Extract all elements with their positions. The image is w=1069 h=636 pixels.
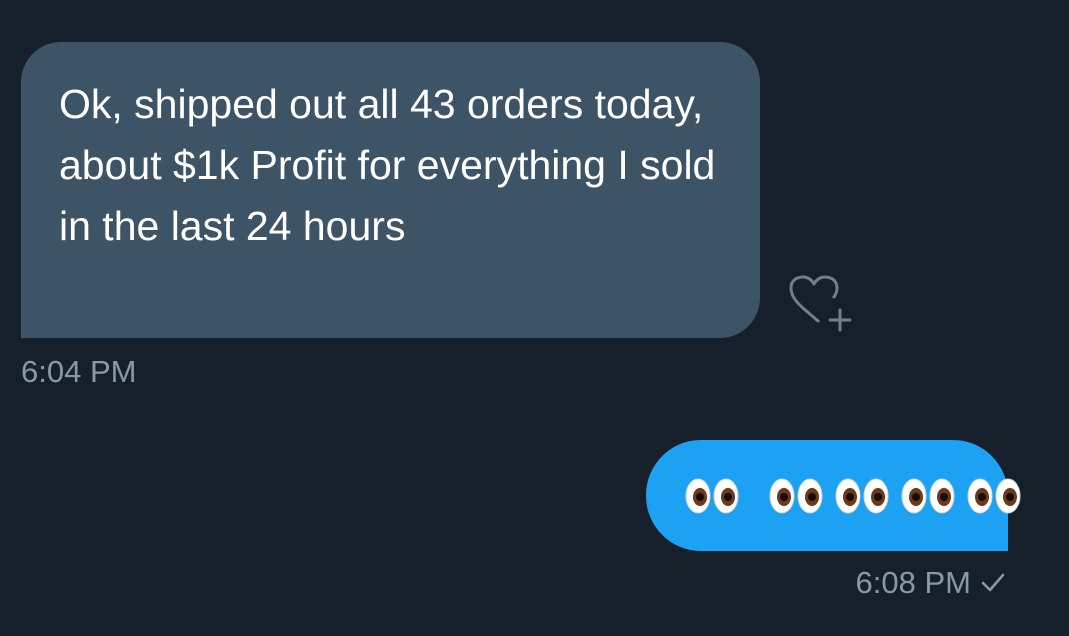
eyes-emoji (767, 476, 825, 516)
incoming-message-bubble[interactable]: Ok, shipped out all 43 orders today, abo… (21, 42, 760, 338)
check-icon (980, 571, 1006, 595)
eyes-emoji (965, 476, 1023, 516)
eyes-emoji (833, 476, 891, 516)
heart-plus-icon (782, 270, 856, 334)
outgoing-message-bubble[interactable] (646, 440, 1021, 551)
outgoing-message-timestamp: 6:08 PM (855, 565, 971, 600)
incoming-message-timestamp: 6:04 PM (21, 354, 137, 389)
react-heart-button[interactable] (782, 270, 856, 334)
eyes-emoji (683, 476, 741, 516)
emoji-row (683, 476, 1023, 516)
outgoing-message-meta: 6:08 PM (856, 563, 1006, 603)
eyes-emoji (899, 476, 957, 516)
incoming-message-text: Ok, shipped out all 43 orders today, abo… (59, 81, 716, 249)
